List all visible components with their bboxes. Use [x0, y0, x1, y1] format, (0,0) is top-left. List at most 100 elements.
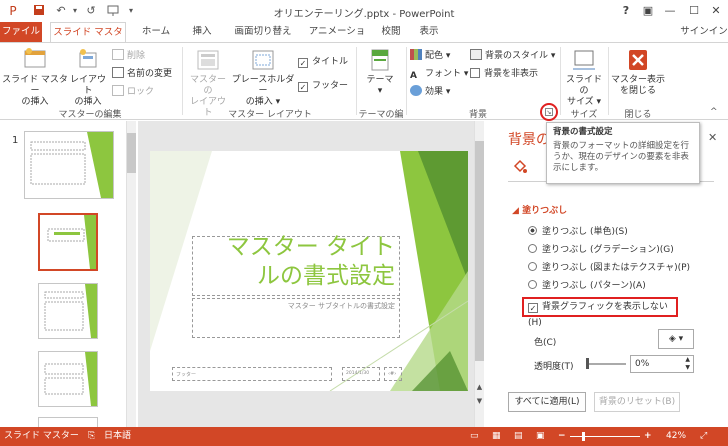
pane-title: 背景の書式設定 [508, 132, 548, 148]
paint-bucket-icon: ◈ [668, 334, 676, 344]
group-separator [608, 47, 609, 115]
help-button[interactable]: ? [614, 2, 638, 20]
radio-pattern-fill[interactable]: 塗りつぶし (パターン)(A) [528, 279, 646, 293]
insert-layout-button[interactable]: レイアウト の挿入 [68, 47, 108, 108]
tab-insert[interactable]: 挿入 [182, 22, 222, 42]
tooltip-body: 背景のフォーマットの詳細設定を行うか、現在のデザインの要素を非表示にします。 [553, 141, 690, 173]
radio-gradient-fill[interactable]: 塗りつぶし (グラデーション)(G) [528, 243, 674, 257]
zoom-slider-thumb[interactable] [582, 432, 585, 441]
thumb-slide-master[interactable] [24, 131, 114, 199]
minimize-button[interactable]: — [658, 2, 682, 20]
insert-slide-master-button[interactable]: スライド マスター の挿入 [2, 47, 68, 108]
zoom-out-button[interactable]: − [558, 427, 566, 446]
thumbnails-scroll-thumb[interactable] [127, 133, 136, 173]
rename-button[interactable]: 名前の変更 [112, 67, 172, 81]
checkbox-unchecked-icon [470, 68, 480, 78]
insert-placeholder-button[interactable]: プレースホルダー の挿入 ▾ [230, 47, 296, 108]
ribbon: スライド マスター の挿入 レイアウト の挿入 削除 名前の変更 ロック マスタ… [0, 42, 728, 133]
collapse-ribbon-icon[interactable]: ^ [710, 107, 718, 117]
close-master-view-icon [629, 50, 647, 70]
thumb-layout[interactable] [38, 351, 98, 407]
pane-close-icon[interactable]: ✕ [708, 131, 717, 144]
title-checkbox[interactable]: ✓ タイトル [298, 55, 348, 69]
ribbon-display-options-button[interactable]: ▣ [636, 2, 660, 20]
group-label-background: 背景 [468, 110, 487, 120]
zoom-level[interactable]: 42% [666, 427, 686, 446]
thumb-layout[interactable] [38, 417, 98, 427]
colors-dropdown[interactable]: 配色 ▾ [410, 49, 450, 63]
footer-checkbox[interactable]: ✓ フッター [298, 79, 348, 93]
fit-slide-icon[interactable]: ⤢ [700, 427, 707, 446]
checkbox-checked-icon: ✓ [298, 58, 308, 68]
language-label[interactable]: 日本語 [104, 427, 131, 446]
slide-editing-canvas: マスター タイトルの書式設定 マスター サブタイトルの書式設定 フッター 201… [138, 121, 484, 427]
hide-background-graphics-checkbox[interactable]: ✓ 背景グラフィックを表示しない(H) [522, 297, 678, 328]
slide-master-layout[interactable]: マスター タイトルの書式設定 マスター サブタイトルの書式設定 フッター 201… [150, 151, 468, 391]
theme-icon [371, 49, 389, 71]
effects-dropdown[interactable]: 効果 ▾ [410, 85, 450, 99]
canvas-scrollbar[interactable]: ▲ ▼ [474, 121, 484, 427]
group-label-close: 閉じる [624, 110, 652, 120]
slide-sorter-icon[interactable]: ▦ [492, 427, 501, 446]
slide-number-placeholder[interactable]: ‹#› [384, 367, 402, 381]
fonts-dropdown[interactable]: A フォント ▾ [410, 67, 468, 81]
radio-solid-fill[interactable]: 塗りつぶし (単色)(S) [528, 225, 628, 239]
tab-view[interactable]: 表示 [412, 22, 446, 42]
reading-view-icon[interactable]: ▤ [514, 427, 523, 446]
signin-link[interactable]: サインイン [680, 22, 728, 42]
subtitle-placeholder[interactable]: マスター サブタイトルの書式設定 [192, 298, 400, 338]
tab-review[interactable]: 校閲 [374, 22, 408, 42]
footer-placeholder[interactable]: フッター [172, 367, 332, 381]
format-background-tooltip: 背景の書式設定 背景のフォーマットの詳細設定を行うか、現在のデザインの要素を非表… [546, 122, 700, 184]
tab-slide-master[interactable]: スライド マスター [50, 22, 126, 58]
slide-thumbnails-pane: 1 [0, 121, 138, 427]
fonts-icon: A [410, 71, 417, 81]
apply-to-all-button[interactable]: すべてに適用(L) [508, 392, 586, 412]
tab-home[interactable]: ホーム [136, 22, 176, 42]
thumb-layout-preview [44, 352, 97, 406]
spelling-check-icon[interactable]: ⎘ [88, 427, 95, 446]
title-placeholder[interactable]: マスター タイトルの書式設定 [192, 234, 400, 296]
close-window-button[interactable]: ✕ [704, 2, 728, 20]
transparency-input[interactable]: 0% ▲ ▼ [630, 355, 694, 373]
checkbox-checked-icon: ✓ [528, 303, 538, 313]
themes-button[interactable]: テーマ ▾ [360, 47, 400, 97]
background-styles-dropdown[interactable]: 背景のスタイル ▾ [470, 49, 555, 63]
fill-section-header[interactable]: ◢ 塗りつぶし [512, 203, 567, 216]
group-separator [356, 47, 357, 115]
close-master-view-button[interactable]: マスター表示 を閉じる [610, 47, 666, 97]
previous-slide-icon[interactable]: ▲ [475, 383, 484, 391]
next-slide-icon[interactable]: ▼ [475, 397, 484, 405]
transparency-slider-thumb[interactable] [586, 358, 589, 369]
thumb-title-layout-selected[interactable] [38, 213, 98, 271]
tab-transitions[interactable]: 画面切り替え [230, 22, 296, 42]
date-placeholder[interactable]: 2014/1/30 [342, 367, 380, 381]
zoom-slider-track[interactable] [570, 436, 640, 437]
thumbnails-scrollbar[interactable] [126, 121, 136, 427]
thumb-layout[interactable] [38, 283, 98, 339]
radio-picture-fill[interactable]: 塗りつぶし (図またはテクスチャ)(P) [528, 261, 690, 275]
tooltip-title: 背景の書式設定 [553, 127, 613, 137]
section-collapse-icon: ◢ [512, 206, 523, 216]
slideshow-view-icon[interactable]: ▣ [536, 427, 545, 446]
tab-animations[interactable]: アニメーション [304, 22, 370, 57]
thumb-title-layout-preview [47, 215, 96, 269]
background-styles-icon [470, 49, 482, 60]
dropdown-arrow-icon: ▾ [678, 334, 684, 344]
slide-title-text: マスター タイトルの書式設定 [226, 234, 395, 289]
spin-buttons-icon[interactable]: ▲ ▼ [685, 356, 690, 372]
slide-size-button[interactable]: スライドの サイズ ▾ [562, 47, 606, 108]
effects-icon [410, 85, 422, 96]
slide-size-icon [573, 50, 595, 70]
radio-selected-icon [528, 226, 537, 235]
transparency-slider-track[interactable] [586, 363, 626, 365]
canvas-scroll-thumb[interactable] [475, 141, 484, 361]
fill-bucket-icon[interactable] [512, 159, 528, 175]
tab-file[interactable]: ファイル [0, 22, 42, 42]
format-background-dialog-launcher-icon[interactable]: ↘ [545, 108, 553, 116]
restore-button[interactable]: ☐ [682, 2, 706, 20]
hide-background-checkbox[interactable]: 背景を非表示 [470, 67, 538, 81]
zoom-in-button[interactable]: + [644, 427, 652, 446]
normal-view-icon[interactable]: ▭ [470, 427, 479, 446]
color-picker-button[interactable]: ◈ ▾ [658, 329, 694, 349]
